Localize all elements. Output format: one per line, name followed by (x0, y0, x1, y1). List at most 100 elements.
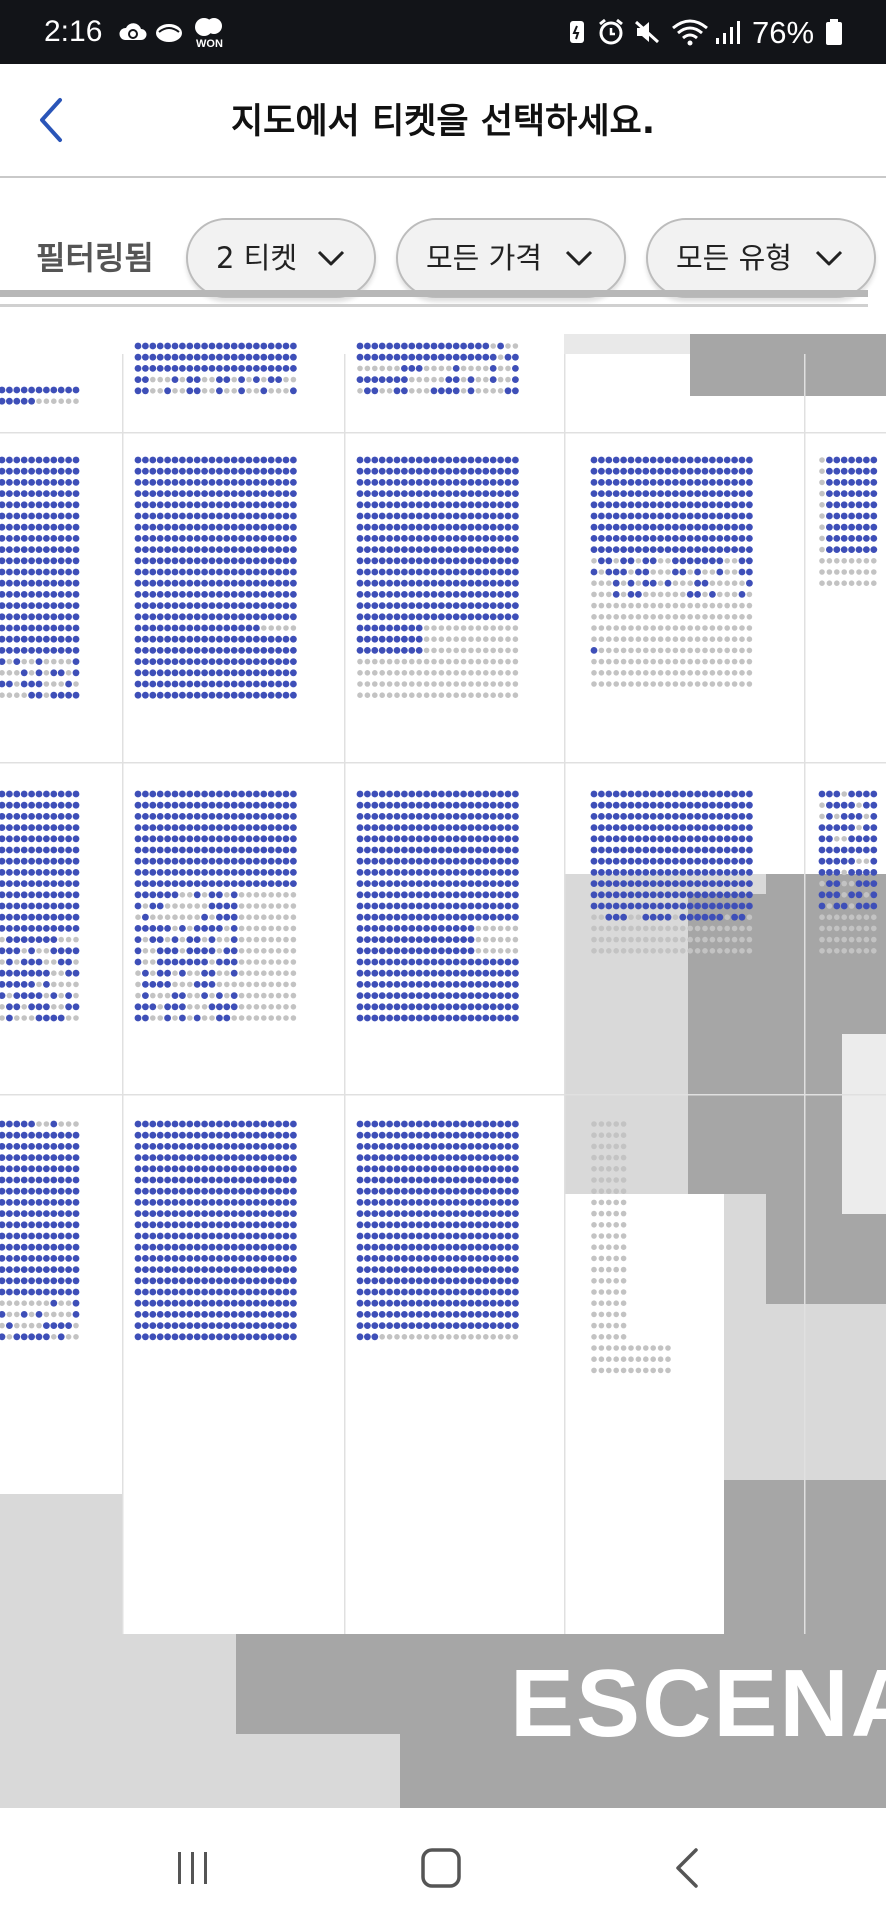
seat-available[interactable] (275, 1120, 282, 1128)
seat-available[interactable] (179, 1288, 186, 1296)
seat-available[interactable] (423, 568, 430, 576)
seat-available[interactable] (275, 613, 282, 621)
seat-available[interactable] (230, 512, 238, 520)
seat-available[interactable] (386, 1288, 393, 1296)
seat-available[interactable] (642, 501, 650, 509)
seat-available[interactable] (401, 1288, 408, 1296)
seat-available[interactable] (512, 557, 519, 565)
seat-available[interactable] (430, 1003, 438, 1011)
seat-available[interactable] (290, 1288, 297, 1296)
seat-available[interactable] (193, 790, 201, 798)
seat-available[interactable] (216, 376, 223, 383)
seat-available[interactable] (731, 490, 738, 497)
seat-available[interactable] (35, 602, 43, 609)
seat-available[interactable] (50, 1165, 58, 1173)
seat-available[interactable] (393, 1176, 401, 1184)
seat-available[interactable] (840, 512, 848, 520)
seat-available[interactable] (497, 479, 504, 486)
seat-available[interactable] (65, 1322, 72, 1329)
seat-available[interactable] (679, 479, 687, 486)
seat-available[interactable] (267, 1120, 275, 1128)
seat-available[interactable] (364, 512, 371, 520)
seat-available[interactable] (57, 579, 65, 587)
seat-available[interactable] (193, 568, 201, 576)
seat-available[interactable] (142, 969, 149, 977)
seat-available[interactable] (156, 658, 164, 665)
seat-available[interactable] (156, 546, 164, 553)
seat-available[interactable] (223, 490, 231, 497)
seat-available[interactable] (28, 546, 35, 553)
seat-available[interactable] (452, 1154, 460, 1161)
seat-available[interactable] (72, 1154, 80, 1161)
seat-available[interactable] (371, 1154, 379, 1161)
seat-available[interactable] (275, 512, 282, 520)
seat-available[interactable] (504, 1210, 512, 1217)
seat-available[interactable] (356, 1288, 364, 1296)
seat-available[interactable] (497, 535, 504, 542)
seat-available[interactable] (393, 1221, 401, 1229)
seat-available[interactable] (179, 1176, 186, 1184)
seat-available[interactable] (438, 1221, 445, 1229)
seat-available[interactable] (179, 1154, 186, 1161)
seat-available[interactable] (267, 353, 275, 361)
seat-available[interactable] (149, 1154, 157, 1161)
seat-available[interactable] (401, 1299, 408, 1307)
seat-available[interactable] (386, 1131, 393, 1139)
seat-available[interactable] (393, 869, 401, 876)
seat-available[interactable] (612, 479, 620, 486)
seat-available[interactable] (635, 801, 642, 809)
seat-available[interactable] (657, 902, 664, 910)
seat-available[interactable] (72, 691, 80, 699)
seat-available[interactable] (467, 1299, 475, 1307)
seat-available[interactable] (216, 613, 223, 621)
seat-available[interactable] (5, 523, 13, 531)
seat-available[interactable] (378, 624, 386, 632)
seat-available[interactable] (142, 1120, 149, 1128)
seat-available[interactable] (364, 1311, 371, 1318)
seat-available[interactable] (156, 635, 164, 643)
seat-map[interactable]: ESCENA (0, 334, 886, 1808)
seat-available[interactable] (512, 568, 519, 576)
seat-available[interactable] (401, 1003, 408, 1011)
seat-available[interactable] (290, 1165, 297, 1173)
seat-available[interactable] (282, 1154, 290, 1161)
seat-available[interactable] (598, 557, 605, 565)
seat-available[interactable] (649, 479, 657, 486)
seat-available[interactable] (142, 1232, 149, 1240)
seat-available[interactable] (65, 501, 72, 509)
seat-available[interactable] (612, 579, 620, 587)
seat-available[interactable] (657, 490, 664, 497)
seat-available[interactable] (701, 535, 709, 542)
seat-available[interactable] (72, 824, 80, 831)
seat-available[interactable] (452, 1014, 460, 1022)
seat-available[interactable] (401, 579, 408, 587)
seat-available[interactable] (275, 353, 282, 361)
system-back-button[interactable] (654, 1838, 724, 1898)
seat-available[interactable] (393, 557, 401, 565)
seat-available[interactable] (378, 1187, 386, 1195)
seat-available[interactable] (193, 880, 201, 887)
seat-available[interactable] (386, 925, 393, 932)
seat-available[interactable] (134, 523, 142, 531)
seat-available[interactable] (855, 490, 863, 497)
seat-available[interactable] (664, 813, 672, 820)
seat-available[interactable] (171, 1299, 179, 1307)
seat-available[interactable] (20, 456, 28, 464)
seat-available[interactable] (5, 835, 13, 843)
seat-available[interactable] (438, 846, 445, 854)
seat-available[interactable] (438, 591, 445, 598)
seat-available[interactable] (290, 857, 297, 865)
seat-available[interactable] (460, 801, 467, 809)
seat-available[interactable] (590, 479, 598, 486)
seat-available[interactable] (356, 512, 364, 520)
seat-available[interactable] (179, 1143, 186, 1150)
seat-available[interactable] (445, 1131, 453, 1139)
seat-available[interactable] (423, 1187, 430, 1195)
seat-available[interactable] (497, 456, 504, 464)
seat-available[interactable] (275, 857, 282, 865)
seat-available[interactable] (57, 456, 65, 464)
seat-available[interactable] (13, 523, 21, 531)
seat-available[interactable] (386, 376, 393, 383)
seat-available[interactable] (13, 546, 21, 553)
seat-available[interactable] (415, 613, 423, 621)
